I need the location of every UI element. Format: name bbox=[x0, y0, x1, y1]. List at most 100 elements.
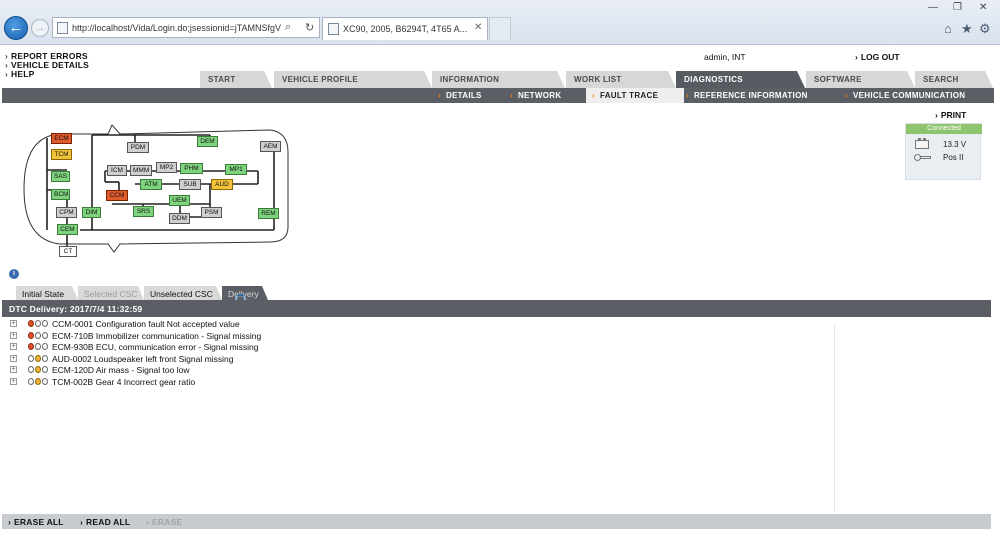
ecu-node-pdm[interactable]: PDM bbox=[127, 142, 149, 153]
battery-icon bbox=[915, 138, 929, 149]
home-icon[interactable]: ⌂ bbox=[944, 21, 952, 36]
ecu-node-phm[interactable]: PHM bbox=[180, 163, 203, 174]
subtab-reference-information[interactable]: › REFERENCE INFORMATION bbox=[686, 88, 808, 103]
arrow-icon: › bbox=[510, 91, 513, 100]
page-icon bbox=[328, 23, 339, 35]
address-url[interactable]: http://localhost/Vida/Login.do;jsessioni… bbox=[72, 23, 282, 33]
tab-work-list[interactable]: WORK LIST bbox=[566, 71, 676, 88]
ecu-node-mp1[interactable]: MP1 bbox=[225, 164, 247, 175]
dtc-row[interactable]: + AUD-0002 Loudspeaker left front Signal… bbox=[10, 354, 710, 366]
ecu-node-ecm[interactable]: ECM bbox=[51, 133, 72, 144]
forward-arrow-icon[interactable]: → bbox=[31, 19, 49, 37]
ecu-node-dim[interactable]: DIM bbox=[82, 207, 101, 218]
erase-all-button[interactable]: ERASE ALL bbox=[8, 517, 64, 527]
expand-plus-icon[interactable]: + bbox=[10, 354, 17, 362]
print-link[interactable]: PRINT bbox=[935, 110, 967, 120]
search-icon[interactable]: ⌕ bbox=[285, 21, 291, 34]
minimize-icon[interactable]: — bbox=[928, 2, 938, 13]
dtc-status-icon bbox=[28, 320, 48, 328]
dtc-row[interactable]: + ECM-930B ECU, communication error - Si… bbox=[10, 342, 710, 354]
tab-information[interactable]: INFORMATION bbox=[432, 71, 565, 88]
back-arrow-icon[interactable]: ← bbox=[4, 16, 28, 40]
dtc-row[interactable]: + CCM-0001 Configuration fault Not accep… bbox=[10, 319, 710, 331]
dtc-row[interactable]: + ECM-710B Immobilizer communication - S… bbox=[10, 331, 710, 343]
restore-icon[interactable]: ❐ bbox=[953, 2, 962, 13]
content-divider bbox=[834, 324, 835, 512]
tab-search[interactable]: SEARCH bbox=[915, 71, 993, 88]
tab-vehicle-profile[interactable]: VEHICLE PROFILE bbox=[274, 71, 432, 88]
subtab-network[interactable]: › NETWORK bbox=[510, 88, 561, 103]
tab-diagnostics[interactable]: DIAGNOSTICS bbox=[676, 71, 805, 88]
ecu-node-aud[interactable]: AUD bbox=[211, 179, 233, 190]
dtc-status-icon bbox=[28, 331, 48, 340]
settings-gear-icon[interactable]: ⚙ bbox=[979, 21, 991, 37]
dtc-description: TCM-002B Gear 4 Incorrect gear ratio bbox=[52, 376, 196, 387]
ecu-node-ccm[interactable]: CCM bbox=[106, 190, 128, 201]
battery-voltage: 13.3 V bbox=[943, 140, 967, 149]
subtab-fault-trace[interactable]: › FAULT TRACE bbox=[586, 88, 684, 103]
ecu-node-cem[interactable]: CEM bbox=[57, 224, 78, 235]
ecu-node-dem[interactable]: DEM bbox=[197, 136, 218, 147]
arrow-icon: › bbox=[592, 91, 595, 100]
tab-selected-csc: Selected CSC bbox=[78, 286, 144, 300]
ecu-node-ct[interactable]: CT bbox=[59, 246, 77, 257]
info-icon[interactable]: i bbox=[9, 269, 19, 279]
browser-chrome: ← → http://localhost/Vida/Login.do;jsess… bbox=[0, 0, 1000, 45]
dtc-row[interactable]: + ECM-120D Air mass - Signal too low bbox=[10, 365, 710, 377]
erase-button: ERASE bbox=[146, 517, 182, 527]
tab-initial-state[interactable]: Initial State bbox=[16, 286, 78, 300]
dtc-status-icon bbox=[28, 366, 48, 374]
address-bar[interactable]: http://localhost/Vida/Login.do;jsessioni… bbox=[52, 17, 320, 38]
ecu-node-mmm[interactable]: MMM bbox=[130, 165, 152, 176]
ecu-node-srs[interactable]: SRS bbox=[133, 206, 154, 217]
expand-plus-icon[interactable]: + bbox=[10, 377, 17, 385]
refresh-icon[interactable]: ↻ bbox=[305, 21, 314, 34]
page-icon bbox=[57, 22, 68, 34]
subtab-details[interactable]: › DETAILS bbox=[438, 88, 482, 103]
close-icon[interactable]: ✕ bbox=[474, 22, 482, 33]
favorites-star-icon[interactable]: ★ bbox=[961, 21, 973, 37]
dtc-description: ECM-930B ECU, communication error - Sign… bbox=[52, 342, 259, 352]
read-all-button[interactable]: READ ALL bbox=[80, 517, 130, 527]
tab-start[interactable]: START bbox=[200, 71, 272, 88]
ecu-node-bcm[interactable]: BCM bbox=[51, 189, 70, 200]
ecu-node-atm[interactable]: ATM bbox=[140, 179, 162, 190]
expand-plus-icon[interactable]: + bbox=[10, 320, 17, 327]
ecu-node-cpm[interactable]: CPM bbox=[56, 207, 77, 218]
vehicle-status-panel: Connected 13.3 V Pos II bbox=[905, 123, 982, 180]
tab-software[interactable]: SOFTWARE bbox=[806, 71, 915, 88]
ecu-node-psm[interactable]: PSM bbox=[201, 207, 222, 218]
ecu-node-uem[interactable]: UEM bbox=[169, 195, 190, 206]
ecu-node-mp2[interactable]: MP2 bbox=[156, 162, 177, 173]
dtc-description: ECM-120D Air mass - Signal too low bbox=[52, 365, 190, 375]
ecu-node-rem[interactable]: REM bbox=[258, 208, 279, 219]
browser-tab[interactable]: XC90, 2005, B6294T, 4T65 A... ✕ bbox=[322, 17, 488, 40]
expand-plus-icon[interactable]: + bbox=[10, 331, 17, 339]
connection-status: Connected bbox=[906, 124, 982, 134]
dtc-description: ECM-710B Immobilizer communication - Sig… bbox=[52, 330, 262, 341]
user-info: admin, INT bbox=[704, 52, 746, 62]
ignition-key-icon bbox=[914, 154, 931, 161]
bottom-action-bar: ERASE ALL READ ALL ERASE bbox=[2, 514, 991, 529]
ecu-node-tcm[interactable]: TCM bbox=[51, 149, 72, 160]
ecu-node-sas[interactable]: SAS bbox=[51, 171, 70, 182]
logout-link[interactable]: LOG OUT bbox=[855, 52, 900, 62]
expand-plus-icon[interactable]: + bbox=[10, 343, 17, 350]
arrow-icon: › bbox=[686, 91, 689, 100]
new-tab-button[interactable] bbox=[489, 17, 511, 40]
dtc-row[interactable]: + TCM-002B Gear 4 Incorrect gear ratio bbox=[10, 377, 710, 389]
dtc-delivery-header: DTC Delivery: 2017/7/4 11:32:59 bbox=[2, 300, 991, 317]
ecu-node-ddm[interactable]: DDM bbox=[169, 213, 190, 224]
ignition-position: Pos II bbox=[943, 153, 964, 162]
result-tab-bar: Initial State Selected CSC Unselected CS… bbox=[0, 286, 1000, 300]
ecu-node-sub[interactable]: SUB bbox=[179, 179, 201, 190]
ecu-node-aem[interactable]: AEM bbox=[260, 141, 281, 152]
dtc-description: CCM-0001 Configuration fault Not accepte… bbox=[52, 319, 240, 329]
dtc-description: AUD-0002 Loudspeaker left front Signal m… bbox=[52, 353, 234, 364]
expand-plus-icon[interactable]: + bbox=[10, 366, 17, 373]
ecu-node-icm[interactable]: ICM bbox=[107, 165, 127, 176]
tab-unselected-csc[interactable]: Unselected CSC bbox=[144, 286, 222, 300]
close-window-icon[interactable]: ✕ bbox=[979, 2, 987, 13]
subtab-vehicle-communication[interactable]: › VEHICLE COMMUNICATION bbox=[845, 88, 965, 103]
dtc-status-icon bbox=[28, 343, 48, 351]
